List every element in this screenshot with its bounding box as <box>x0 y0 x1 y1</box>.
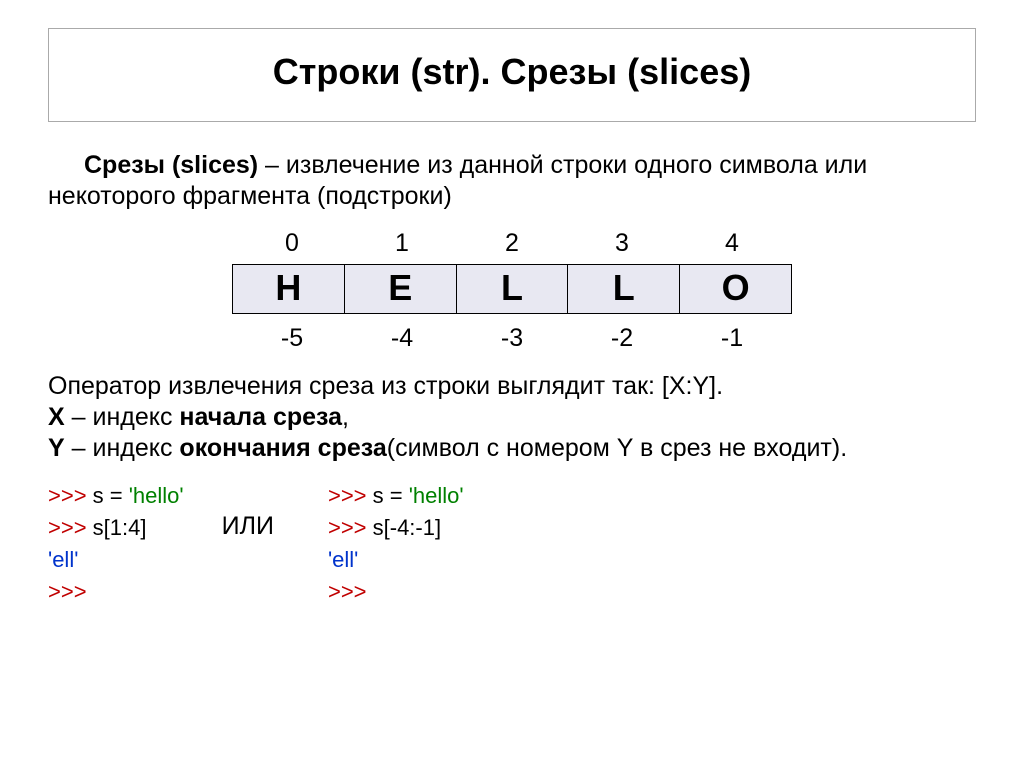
title-frame: Строки (str). Срезы (slices) <box>48 28 976 122</box>
neg-idx: -5 <box>242 324 342 353</box>
char-row: H E L L O <box>232 264 792 314</box>
explain-l1: Оператор извлечения среза из строки выгл… <box>48 372 723 400</box>
explain-x: X <box>48 403 65 431</box>
prompt: >>> <box>48 483 93 508</box>
positive-index-row: 0 1 2 3 4 <box>232 229 792 258</box>
pos-idx: 2 <box>462 229 562 258</box>
intro-term: Срезы (slices) <box>84 151 258 179</box>
explain-y: Y <box>48 434 65 462</box>
prompt: >>> <box>48 579 87 604</box>
intro-paragraph: Срезы (slices) – извлечение из данной ст… <box>48 150 976 213</box>
char-cell: E <box>345 265 457 313</box>
pos-idx: 3 <box>572 229 672 258</box>
neg-idx: -4 <box>352 324 452 353</box>
char-cell: H <box>233 265 345 313</box>
char-cell: O <box>680 265 791 313</box>
pos-idx: 0 <box>242 229 342 258</box>
code-left: >>> s = 'hello' >>> s[1:4] 'ell' >>> <box>48 480 184 608</box>
output: 'ell' <box>48 547 78 572</box>
prompt: >>> <box>328 483 373 508</box>
char-cell: L <box>457 265 569 313</box>
pos-idx: 1 <box>352 229 452 258</box>
char-cell: L <box>568 265 680 313</box>
neg-idx: -2 <box>572 324 672 353</box>
prompt: >>> <box>328 579 367 604</box>
negative-index-row: -5 -4 -3 -2 -1 <box>232 324 792 353</box>
prompt: >>> <box>328 515 373 540</box>
code-separator: ИЛИ <box>184 512 328 541</box>
page-title: Строки (str). Срезы (slices) <box>59 51 965 93</box>
explain-paragraph: Оператор извлечения среза из строки выгл… <box>48 371 976 465</box>
index-diagram: 0 1 2 3 4 H E L L O -5 -4 -3 -2 -1 <box>232 229 792 353</box>
pos-idx: 4 <box>682 229 782 258</box>
prompt: >>> <box>48 515 93 540</box>
code-example: >>> s = 'hello' >>> s[1:4] 'ell' >>> ИЛИ… <box>48 480 976 608</box>
code-right: >>> s = 'hello' >>> s[-4:-1] 'ell' >>> <box>328 480 464 608</box>
output: 'ell' <box>328 547 358 572</box>
neg-idx: -3 <box>462 324 562 353</box>
neg-idx: -1 <box>682 324 782 353</box>
